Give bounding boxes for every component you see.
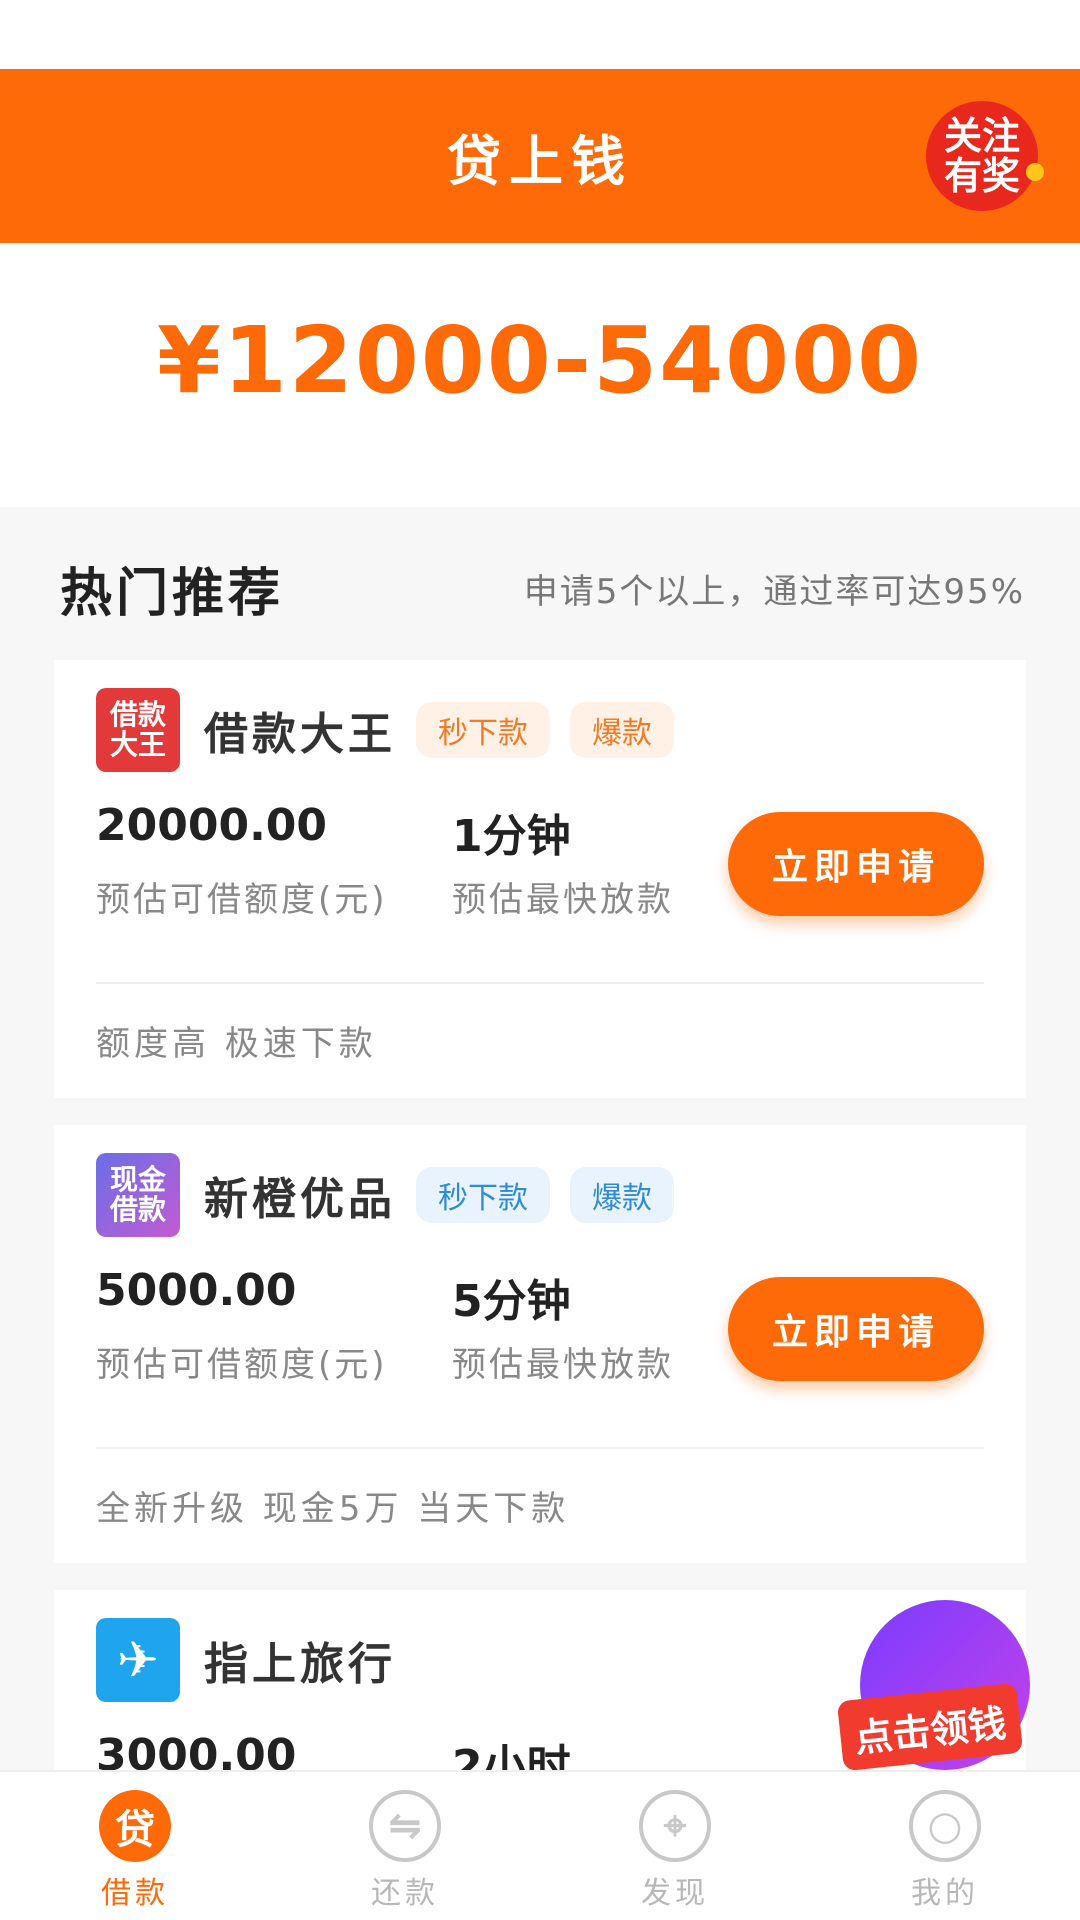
product-name: 借款大王 — [204, 709, 396, 760]
tag-fast-loan: 秒下款 — [416, 702, 550, 758]
logo-line2: 大王 — [109, 728, 166, 761]
product-description: 额度高 极速下款 — [96, 1024, 377, 1064]
loan-amount: 3000.00 — [96, 1730, 297, 1770]
product-logo: 现金 借款 — [96, 1153, 180, 1237]
amount-panel: ¥12000-54000 — [0, 243, 1080, 507]
bottom-tabbar: 贷 借款 ⇋ 还款 ⌖ 发现 ○ 我的 — [0, 1770, 1080, 1920]
divider — [96, 1447, 984, 1449]
tab-mine[interactable]: ○ 我的 — [810, 1772, 1080, 1920]
follow-reward-badge[interactable]: 关注 有奖 — [926, 101, 1044, 211]
tab-label: 我的 — [911, 1876, 979, 1911]
product-card[interactable]: 现金 借款 新橙优品 秒下款 爆款 5000.00 预估可借额度(元) 5分钟 … — [54, 1125, 1026, 1563]
loan-amount-label: 预估可借额度(元) — [96, 880, 388, 920]
amount-range: ¥12000-54000 — [156, 306, 924, 414]
page-title: 贷上钱 — [447, 129, 633, 193]
tab-label: 发现 — [641, 1876, 709, 1911]
user-icon: ○ — [909, 1790, 981, 1862]
tab-repay[interactable]: ⇋ 还款 — [270, 1772, 540, 1920]
section-header: 热门推荐 申请5个以上，通过率可达95% — [60, 548, 1025, 628]
apply-button[interactable]: 立即申请 — [728, 812, 984, 916]
loan-icon: 贷 — [99, 1790, 171, 1862]
tag-hot: 爆款 — [570, 702, 674, 758]
badge-dot-icon — [1026, 163, 1044, 181]
logo-line2: 借款 — [109, 1193, 166, 1226]
product-header: ✈ 指上旅行 — [96, 1618, 396, 1702]
loan-speed-label: 预估最快放款 — [452, 1345, 674, 1385]
divider — [96, 982, 984, 984]
product-logo: 借款 大王 — [96, 688, 180, 772]
loan-amount: 20000.00 — [96, 800, 328, 851]
product-header: 借款 大王 借款大王 秒下款 爆款 — [96, 688, 674, 772]
section-title: 热门推荐 — [60, 563, 285, 624]
product-name: 指上旅行 — [204, 1639, 396, 1690]
logo-line1: 现金 — [109, 1163, 166, 1196]
loan-speed: 2小时 — [452, 1741, 571, 1770]
loan-amount: 5000.00 — [96, 1265, 297, 1316]
loan-amount-label: 预估可借额度(元) — [96, 1345, 388, 1385]
loan-speed: 1分钟 — [452, 811, 571, 862]
tab-borrow[interactable]: 贷 借款 — [0, 1772, 270, 1920]
loan-speed-label: 预估最快放款 — [452, 880, 674, 920]
product-name: 新橙优品 — [204, 1174, 396, 1225]
tag-fast-loan: 秒下款 — [416, 1167, 550, 1223]
section-note: 申请5个以上，通过率可达95% — [523, 571, 1025, 612]
product-header: 现金 借款 新橙优品 秒下款 爆款 — [96, 1153, 674, 1237]
compass-icon: ⌖ — [639, 1790, 711, 1862]
app-header: 贷上钱 关注 有奖 — [0, 69, 1080, 243]
promo-badge-line2: 有奖 — [943, 154, 1020, 198]
promo-badge-line1: 关注 — [943, 114, 1020, 158]
product-description: 全新升级 现金5万 当天下款 — [96, 1489, 570, 1529]
product-card[interactable]: 借款 大王 借款大王 秒下款 爆款 20000.00 预估可借额度(元) 1分钟… — [54, 660, 1026, 1098]
repay-icon: ⇋ — [369, 1790, 441, 1862]
tab-discover[interactable]: ⌖ 发现 — [540, 1772, 810, 1920]
tab-label: 借款 — [101, 1876, 169, 1911]
logo-line1: 借款 — [109, 698, 166, 731]
travel-app-logo-icon: ✈ — [96, 1618, 180, 1702]
tab-label: 还款 — [371, 1876, 439, 1911]
tag-hot: 爆款 — [570, 1167, 674, 1223]
loan-speed: 5分钟 — [452, 1276, 571, 1327]
floating-claim-money[interactable]: 点击领钱 — [836, 1600, 1040, 1780]
status-bar — [0, 0, 1080, 69]
apply-button[interactable]: 立即申请 — [728, 1277, 984, 1381]
